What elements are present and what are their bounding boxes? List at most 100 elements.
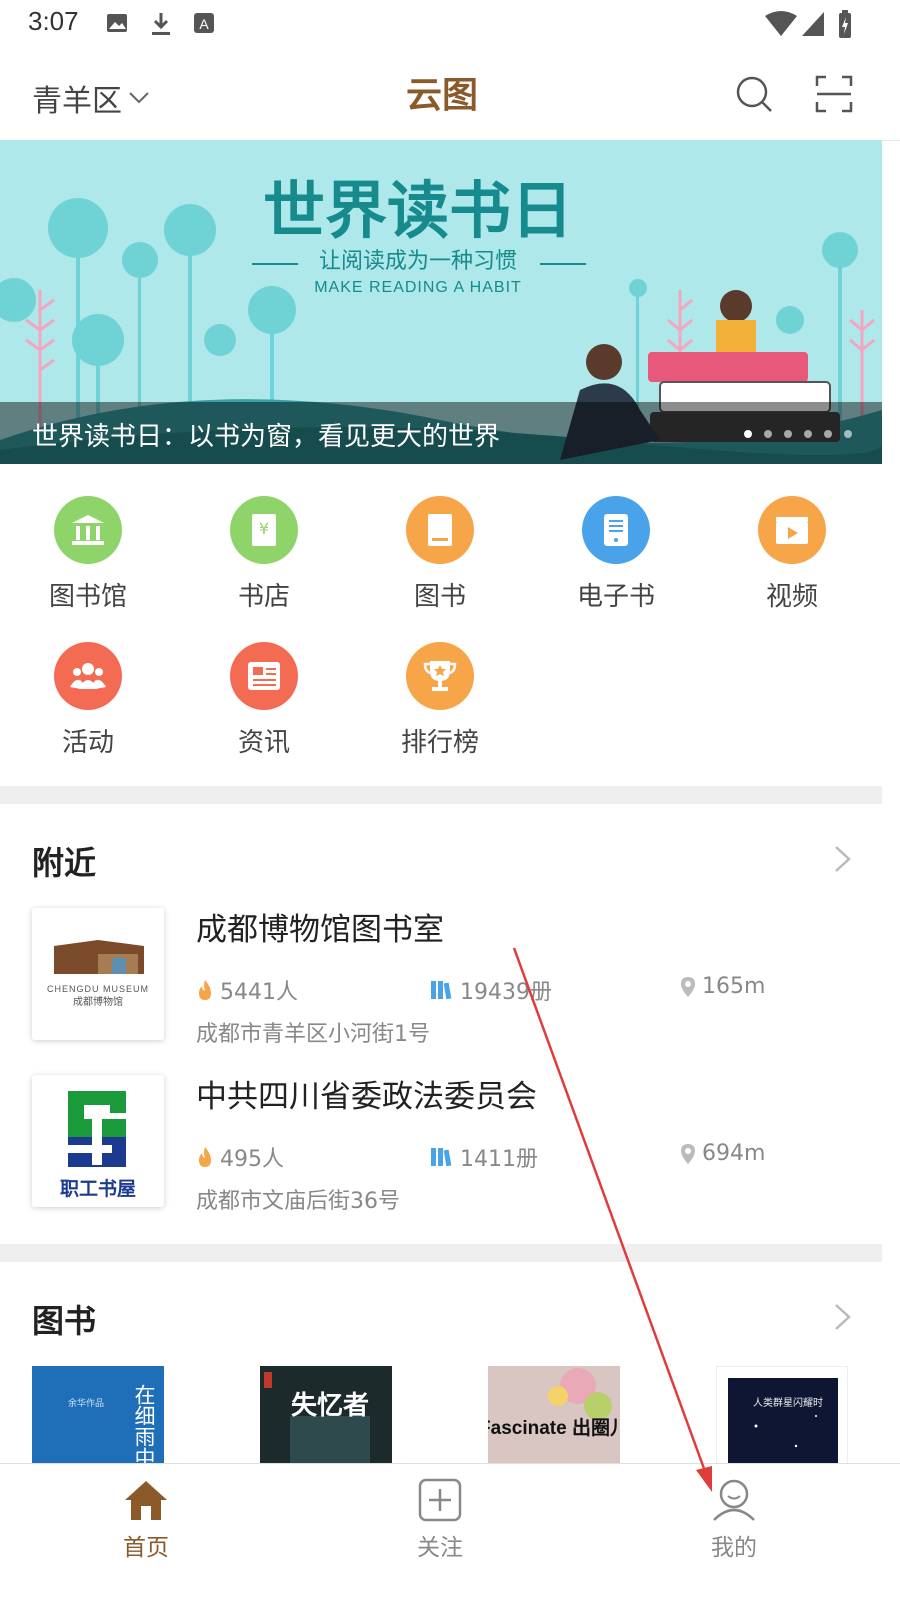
category-ranking[interactable]: 排行榜: [352, 642, 528, 759]
category-label: 书店: [237, 582, 290, 612]
banner-subtitle-en: MAKE READING A HABIT: [314, 279, 522, 296]
books-stack-icon: [431, 981, 452, 1000]
download-notification-icon: [152, 13, 170, 35]
distance: 165m: [680, 974, 765, 999]
category-label: 电子书: [576, 582, 655, 612]
svg-text:¥: ¥: [259, 519, 269, 538]
category-news[interactable]: 资讯: [176, 642, 352, 759]
category-ebooks[interactable]: 电子书: [528, 496, 704, 613]
search-icon[interactable]: [734, 74, 774, 114]
news-icon: [230, 642, 298, 710]
book-count: 19439册: [430, 974, 552, 1006]
banner-carousel[interactable]: 世界读书日 让阅读成为一种习惯 MAKE READING A HABIT 世界读…: [0, 140, 882, 464]
trophy-icon: [406, 642, 474, 710]
bookstore-icon: ¥: [230, 496, 298, 564]
category-label: 图书馆: [48, 582, 127, 612]
carousel-dot[interactable]: [804, 430, 812, 438]
app-header: 青羊区 云图: [0, 48, 900, 141]
nav-label: 关注: [417, 1535, 463, 1561]
nav-label: 首页: [123, 1535, 169, 1561]
plus-square-icon: [418, 1478, 462, 1522]
profile-icon: [713, 1479, 755, 1521]
book-count-text: 19439册: [460, 980, 552, 1005]
book-title: Fascinate 出圈儿: [488, 1416, 620, 1439]
scan-icon[interactable]: [814, 74, 854, 114]
category-activities[interactable]: 活动: [0, 642, 176, 759]
carousel-dot[interactable]: [764, 430, 772, 438]
video-icon: [758, 496, 826, 564]
section-divider: [0, 786, 882, 804]
museum-logo-cn: 成都博物馆: [73, 995, 123, 1008]
library-thumbnail: 职工书屋: [32, 1075, 164, 1207]
carousel-dot[interactable]: [744, 430, 752, 438]
library-icon: [54, 496, 122, 564]
category-label: 排行榜: [400, 728, 479, 758]
category-label: 视频: [765, 582, 818, 612]
status-bar: 3:07 A: [0, 0, 900, 48]
distance: 694m: [680, 1141, 765, 1166]
carousel-dot[interactable]: [844, 430, 852, 438]
distance-text: 694m: [702, 1141, 766, 1166]
book-title: 失忆者: [291, 1391, 369, 1421]
library-list-item[interactable]: CHENGDU MUSEUM 成都博物馆 成都博物馆图书室 5441人 1943…: [0, 908, 882, 1058]
book-count-text: 1411册: [460, 1147, 538, 1172]
category-videos[interactable]: 视频: [704, 496, 880, 613]
library-name: 中共四川省委政法委员会: [196, 1079, 537, 1115]
book-icon: [406, 496, 474, 564]
category-books[interactable]: 图书: [352, 496, 528, 613]
nav-follow[interactable]: 关注: [380, 1478, 500, 1562]
fire-icon: [199, 1147, 211, 1167]
books-section-title: 图书: [32, 1302, 97, 1340]
nav-profile[interactable]: 我的: [674, 1478, 794, 1562]
books-more-chevron-icon[interactable]: [832, 1302, 854, 1332]
activity-icon: [54, 642, 122, 710]
bottom-navigation: 首页 关注 我的: [0, 1463, 900, 1601]
book-cover[interactable]: 失忆者: [260, 1366, 392, 1464]
library-list-item[interactable]: 职工书屋 中共四川省委政法委员会 495人 1411册 694m 成都市文庙后街…: [0, 1075, 882, 1225]
distance-text: 165m: [702, 974, 766, 999]
book-cover[interactable]: 人类群星闪耀时: [716, 1366, 848, 1464]
ebook-icon: [582, 496, 650, 564]
library-thumbnail: CHENGDU MUSEUM 成都博物馆: [32, 908, 164, 1040]
book-author: 余华作品: [68, 1397, 104, 1409]
category-library[interactable]: 图书馆: [0, 496, 176, 613]
carousel-indicator[interactable]: [744, 430, 852, 438]
logo-text: 云图: [406, 75, 478, 114]
carousel-dot[interactable]: [784, 430, 792, 438]
image-notification-icon: [107, 14, 127, 32]
visitor-count-text: 495人: [220, 1147, 284, 1172]
library-name: 成都博物馆图书室: [196, 912, 444, 948]
book-cover[interactable]: 余华作品 在细雨中呼喊: [32, 1366, 164, 1464]
wifi-icon: [765, 11, 797, 36]
text-notification-icon: A: [194, 13, 214, 33]
location-pin-icon: [681, 1143, 695, 1164]
visitor-count-text: 5441人: [220, 980, 298, 1005]
category-bookstore[interactable]: ¥ 书店: [176, 496, 352, 613]
visitor-count: 5441人: [196, 974, 298, 1006]
carousel-dot[interactable]: [824, 430, 832, 438]
nearby-more-chevron-icon[interactable]: [832, 844, 854, 874]
app-logo: 云图: [406, 75, 478, 114]
book-count: 1411册: [430, 1141, 538, 1173]
workers-bookhouse-logo: 职工书屋: [60, 1178, 136, 1200]
battery-icon: [839, 10, 851, 38]
location-pin-icon: [681, 976, 695, 997]
museum-logo-en: CHENGDU MUSEUM: [47, 984, 149, 994]
district-selector[interactable]: 青羊区: [32, 76, 150, 120]
book-carousel: 余华作品 在细雨中呼喊 失忆者 Fascinate 出圈儿 人类群星闪耀时: [0, 1366, 882, 1464]
library-address: 成都市文庙后街36号: [196, 1189, 400, 1214]
books-stack-icon: [431, 1148, 452, 1167]
nearby-section-title: 附近: [32, 844, 97, 882]
section-divider: [0, 1244, 882, 1262]
nav-home[interactable]: 首页: [86, 1478, 206, 1562]
banner-caption: 世界读书日：以书为窗，看见更大的世界: [32, 422, 501, 452]
category-label: 活动: [61, 728, 114, 758]
book-title: 在细雨中呼喊: [132, 1384, 156, 1464]
signal-icon: [802, 12, 824, 36]
visitor-count: 495人: [196, 1141, 284, 1173]
status-time: 3:07: [28, 6, 79, 36]
svg-text:A: A: [199, 16, 209, 32]
chevron-down-icon: [129, 92, 149, 104]
book-cover[interactable]: Fascinate 出圈儿: [488, 1366, 620, 1464]
home-icon: [125, 1481, 167, 1520]
